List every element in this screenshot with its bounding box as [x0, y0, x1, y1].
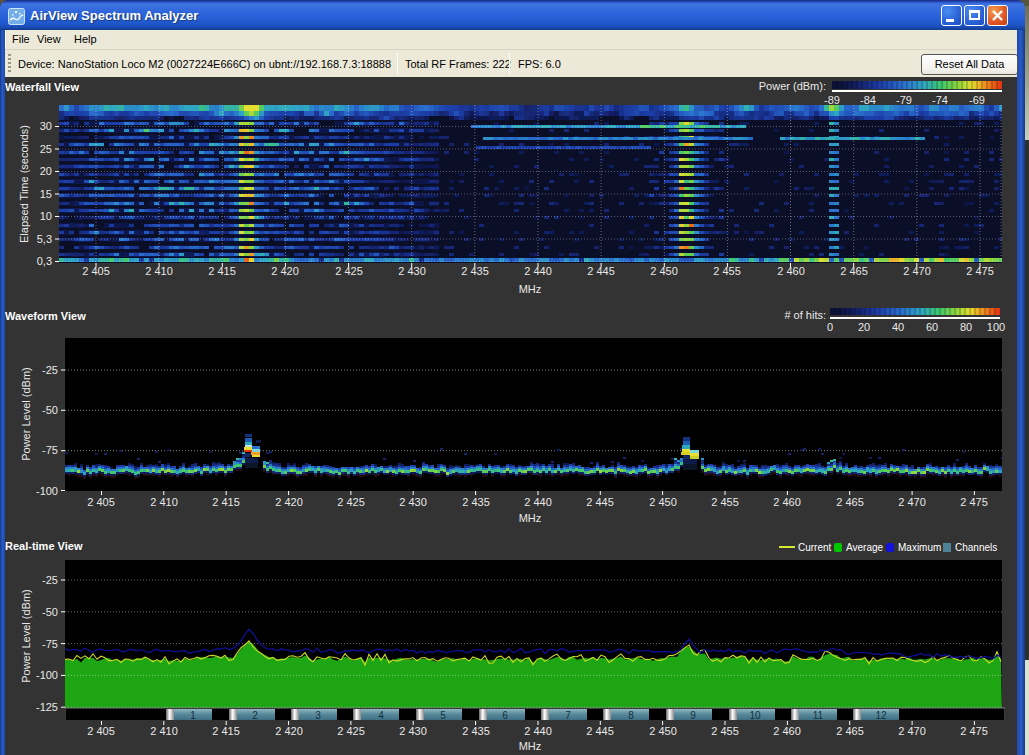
svg-text:5: 5 [440, 710, 446, 721]
svg-text:11: 11 [813, 710, 824, 721]
svg-text:1: 1 [190, 710, 196, 721]
svg-text:6: 6 [502, 710, 508, 721]
svg-text:10: 10 [749, 710, 761, 721]
svg-text:8: 8 [628, 710, 634, 721]
svg-text:4: 4 [378, 710, 384, 721]
svg-text:3: 3 [315, 710, 321, 721]
svg-text:2: 2 [252, 710, 258, 721]
svg-text:7: 7 [565, 710, 571, 721]
svg-text:9: 9 [690, 710, 696, 721]
svg-text:12: 12 [875, 710, 887, 721]
